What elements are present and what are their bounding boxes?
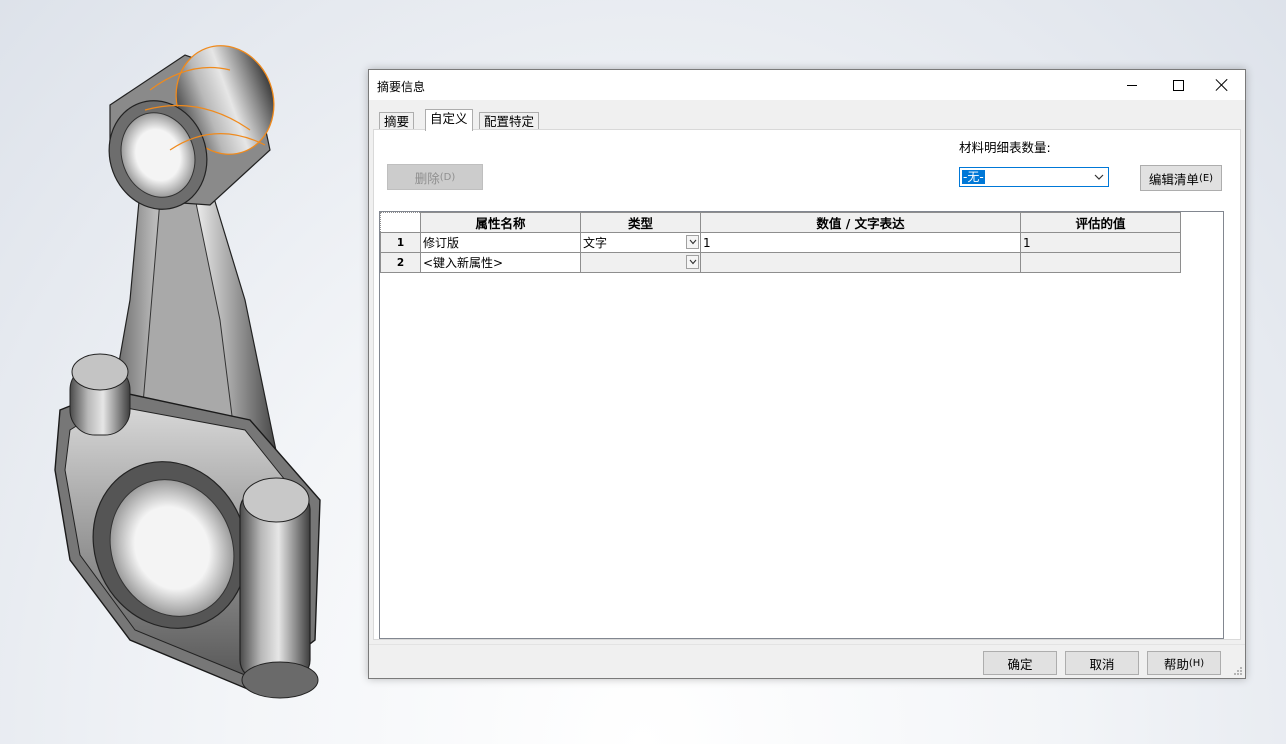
property-name-cell[interactable]: 修订版: [420, 232, 581, 253]
edit-list-button-shortcut: (E): [1198, 172, 1214, 184]
edit-list-button[interactable]: 编辑清单 (E): [1140, 165, 1222, 191]
tab-summary[interactable]: 摘要: [379, 112, 415, 130]
maximize-icon: [1172, 79, 1184, 91]
property-name-cell[interactable]: <键入新属性>: [420, 252, 581, 273]
column-header-property-name[interactable]: 属性名称: [420, 212, 581, 233]
footer-separator: [369, 644, 1245, 645]
delete-button-label: 删除: [414, 170, 440, 186]
table-row: 1 修订版 文字 1 1: [380, 232, 1181, 253]
property-type-value: 文字: [583, 236, 608, 250]
evaluated-value-cell: 1: [1020, 232, 1181, 253]
dropdown-arrow-icon: [1094, 174, 1104, 180]
delete-button[interactable]: 删除 (D): [387, 164, 483, 190]
property-value-cell[interactable]: 1: [700, 232, 1021, 253]
bom-quantity-select[interactable]: -无-: [959, 167, 1109, 187]
cancel-button-label: 取消: [1089, 656, 1115, 672]
tab-configuration-specific[interactable]: 配置特定: [479, 112, 540, 130]
dialog-title: 摘要信息: [377, 80, 426, 94]
dropdown-arrow-icon: [689, 259, 697, 265]
edit-list-button-label: 编辑清单: [1148, 171, 1199, 187]
delete-button-shortcut: (D): [439, 171, 456, 183]
maximize-button[interactable]: [1155, 70, 1201, 100]
minimize-button[interactable]: [1109, 70, 1155, 100]
cancel-button[interactable]: 取消: [1065, 651, 1139, 675]
type-dropdown-button[interactable]: [686, 255, 699, 269]
dropdown-arrow-icon: [689, 239, 697, 245]
type-dropdown-button[interactable]: [686, 235, 699, 249]
title-bar[interactable]: 摘要信息: [369, 70, 1245, 100]
ok-button-label: 确定: [1007, 656, 1033, 672]
property-type-cell[interactable]: 文字: [580, 232, 701, 253]
bom-quantity-label: 材料明细表数量:: [959, 140, 1051, 155]
summary-info-dialog: 摘要信息 摘要 自定义 配置特定 删除 (D) 材料明细表数量: -无- 编辑清单…: [368, 69, 1246, 679]
property-value-cell[interactable]: [700, 252, 1021, 273]
tab-custom[interactable]: 自定义: [425, 109, 473, 131]
connecting-rod-model[interactable]: [0, 0, 368, 744]
properties-table: 属性名称 类型 数值 / 文字表达 评估的值 1 修订版 文字 1 1 2 <键…: [380, 212, 1181, 273]
header-corner[interactable]: [380, 212, 421, 233]
column-header-value[interactable]: 数值 / 文字表达: [700, 212, 1021, 233]
row-number[interactable]: 1: [380, 232, 421, 253]
resize-grip-icon[interactable]: [1233, 666, 1243, 676]
ok-button[interactable]: 确定: [983, 651, 1057, 675]
column-header-type[interactable]: 类型: [580, 212, 701, 233]
column-header-evaluated[interactable]: 评估的值: [1020, 212, 1181, 233]
close-button[interactable]: [1199, 70, 1245, 100]
property-type-cell[interactable]: [580, 252, 701, 273]
help-button-shortcut: (H): [1188, 657, 1205, 669]
minimize-icon: [1127, 84, 1137, 86]
table-header-row: 属性名称 类型 数值 / 文字表达 评估的值: [380, 212, 1181, 233]
bom-quantity-selected: -无-: [962, 170, 985, 184]
properties-grid: 属性名称 类型 数值 / 文字表达 评估的值 1 修订版 文字 1 1 2 <键…: [379, 211, 1224, 639]
row-number[interactable]: 2: [380, 252, 421, 273]
help-button-label: 帮助: [1163, 656, 1189, 672]
close-icon: [1216, 79, 1228, 91]
evaluated-value-cell: [1020, 252, 1181, 273]
table-row: 2 <键入新属性>: [380, 252, 1181, 273]
help-button[interactable]: 帮助 (H): [1147, 651, 1221, 675]
